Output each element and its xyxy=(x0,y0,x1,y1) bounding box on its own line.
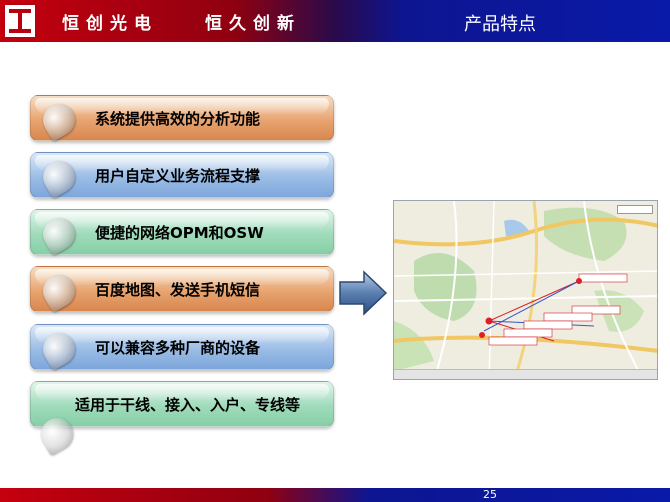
header-bar: 恒创光电 恒久创新 产品特点 xyxy=(0,0,670,42)
map-status-bar xyxy=(394,369,657,379)
feature-item-4: 百度地图、发送手机短信 xyxy=(30,266,334,313)
feature-label: 便捷的网络OPM和OSW xyxy=(95,224,264,242)
feature-item-1: 系统提供高效的分析功能 xyxy=(30,95,334,142)
map-type-control xyxy=(617,205,653,214)
feature-label: 适用于干线、接入、入户、专线等 xyxy=(75,396,301,414)
brand-name: 恒创光电 xyxy=(62,14,158,34)
footer-bar: 25 xyxy=(0,488,670,502)
feature-item-3: 便捷的网络OPM和OSW xyxy=(30,209,334,256)
feature-label: 系统提供高效的分析功能 xyxy=(95,110,261,128)
page-title: 产品特点 xyxy=(464,14,536,35)
feature-item-5: 可以兼容多种厂商的设备 xyxy=(30,324,334,371)
feature-label: 可以兼容多种厂商的设备 xyxy=(95,339,261,357)
map-screenshot xyxy=(393,200,658,380)
droplet-icon xyxy=(35,412,79,456)
feature-item-6: 适用于干线、接入、入户、专线等 xyxy=(30,381,334,456)
feature-label: 用户自定义业务流程支撑 xyxy=(95,167,261,185)
company-logo xyxy=(3,3,37,39)
feature-label: 百度地图、发送手机短信 xyxy=(95,281,261,299)
right-arrow-icon xyxy=(339,270,388,316)
slogan: 恒久创新 xyxy=(205,14,301,34)
page-number: 25 xyxy=(483,488,497,501)
map-image xyxy=(394,201,657,379)
feature-item-2: 用户自定义业务流程支撑 xyxy=(30,152,334,199)
